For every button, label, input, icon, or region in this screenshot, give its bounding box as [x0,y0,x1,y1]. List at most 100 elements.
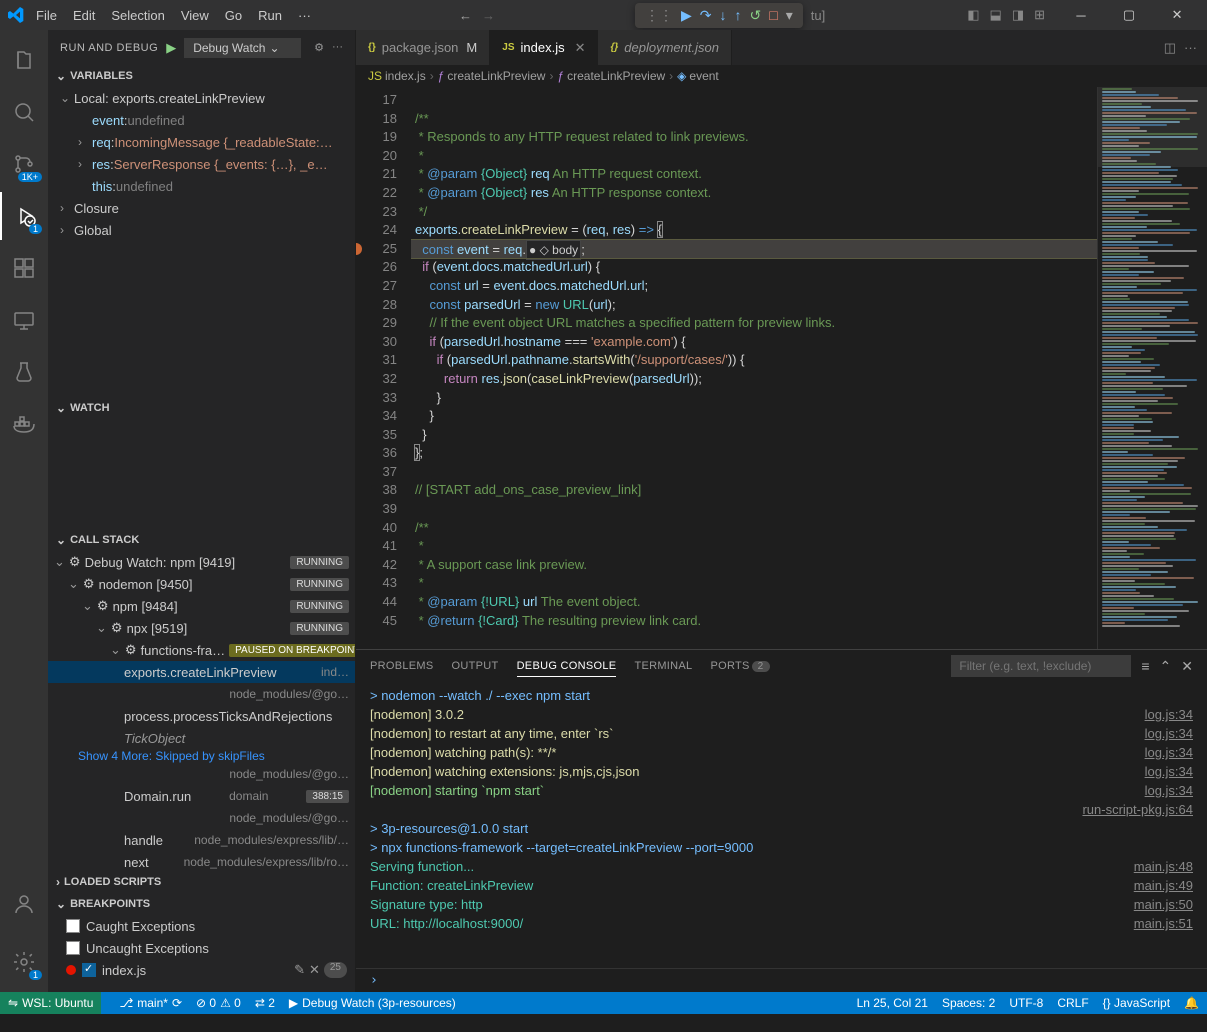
stack-frame[interactable]: node_modules/@go… [48,807,355,829]
source-control-icon[interactable]: 1K+ [0,140,48,188]
variable-row[interactable]: event: undefined [48,109,355,131]
watch-section-header[interactable]: ⌄WATCH [48,397,355,419]
layout-grid-icon[interactable]: ⊞ [1032,5,1047,25]
launch-config-select[interactable]: Debug Watch ⌄ [184,38,300,58]
thread-row[interactable]: ⌄⚙nodemon [9450]RUNNING [48,573,355,595]
source-link[interactable]: run-script-pkg.js:64 [1082,800,1193,819]
source-link[interactable]: main.js:49 [1134,876,1193,895]
menu-run[interactable]: Run [250,4,290,27]
console-filter-input[interactable] [951,655,1131,677]
remote-indicator[interactable]: ⇋WSL: Ubuntu [0,992,101,1014]
breadcrumb-item[interactable]: ƒcreateLinkPreview [438,69,546,83]
encoding[interactable]: UTF-8 [1009,996,1043,1010]
stack-frame[interactable]: TickObject [48,727,355,749]
panel-tab-terminal[interactable]: TERMINAL [634,656,692,677]
breakpoint-row[interactable]: Caught Exceptions [48,915,355,937]
debug-status[interactable]: ▶Debug Watch (3p-resources) [289,996,456,1010]
breadcrumb-item[interactable]: ƒcreateLinkPreview [557,69,665,83]
debug-drag-icon[interactable]: ⋮⋮ [645,7,673,24]
nav-fwd-icon[interactable]: → [482,8,495,23]
variable-row[interactable]: this: undefined [48,175,355,197]
scope-row[interactable]: ⌄Local: exports.createLinkPreview [48,87,355,109]
panel-tab-problems[interactable]: PROBLEMS [370,656,434,677]
editor-tab[interactable]: JSindex.js✕ [490,30,598,65]
minimize-button[interactable]: ─ [1059,0,1103,30]
variable-row[interactable]: ›res: ServerResponse {_events: {…}, _e… [48,153,355,175]
thread-row[interactable]: ⌄⚙npx [9519]RUNNING [48,617,355,639]
thread-row[interactable]: ⌄⚙functions-fra…PAUSED ON BREAKPOINT [48,639,355,661]
stack-frame[interactable]: Domain.rundomain388:15 [48,785,355,807]
language-mode[interactable]: {} JavaScript [1103,996,1170,1010]
indentation[interactable]: Spaces: 2 [942,996,995,1010]
testing-icon[interactable] [0,348,48,396]
remote-explorer-icon[interactable] [0,296,48,344]
stack-frame[interactable]: node_modules/@go… [48,683,355,705]
split-editor-icon[interactable]: ◫ [1164,40,1176,56]
source-link[interactable]: main.js:48 [1134,857,1193,876]
close-window-button[interactable]: ✕ [1155,0,1199,30]
layout-right-icon[interactable]: ◨ [1010,5,1026,25]
extensions-icon[interactable] [0,244,48,292]
breakpoint-checkbox[interactable] [82,963,96,977]
debug-dropdown-icon[interactable]: ▾ [786,7,793,24]
layout-left-icon[interactable]: ◧ [965,5,981,25]
run-debug-icon[interactable]: 1 [0,192,48,240]
cursor-position[interactable]: Ln 25, Col 21 [857,996,928,1010]
breadcrumbs[interactable]: JSindex.js›ƒcreateLinkPreview›ƒcreateLin… [356,65,1207,87]
editor-tab[interactable]: {}deployment.json [598,30,731,65]
source-link[interactable]: log.js:34 [1145,743,1193,762]
step-over-button[interactable]: ↷ [700,7,712,24]
remove-icon[interactable]: ✕ [309,962,320,978]
thread-row[interactable]: ⌄⚙npm [9484]RUNNING [48,595,355,617]
continue-button[interactable]: ▶ [681,7,692,24]
loaded-scripts-header[interactable]: ›LOADED SCRIPTS [48,871,355,893]
source-link[interactable]: main.js:50 [1134,895,1193,914]
ports-indicator[interactable]: ⇄ 2 [255,996,275,1010]
search-icon[interactable] [0,88,48,136]
stack-frame[interactable]: handlenode_modules/express/lib/… [48,829,355,851]
breadcrumb-item[interactable]: JSindex.js [368,69,426,83]
menu-edit[interactable]: Edit [65,4,103,27]
breakpoint-marker-icon[interactable] [356,243,362,255]
edit-icon[interactable]: ✎ [294,962,305,978]
restart-button[interactable]: ↺ [750,7,762,24]
line-gutter[interactable]: 1718192021222324252627282930313233343536… [356,87,411,649]
step-out-button[interactable]: ↑ [735,7,742,24]
scope-row[interactable]: ›Global [48,219,355,241]
breakpoints-header[interactable]: ⌄BREAKPOINTS [48,893,355,915]
panel-tab-debug-console[interactable]: DEBUG CONSOLE [517,656,617,677]
accounts-icon[interactable] [0,880,48,928]
breakpoint-checkbox[interactable] [66,941,80,955]
breakpoint-checkbox[interactable] [66,919,80,933]
stack-frame[interactable]: exports.createLinkPreviewind… [48,661,355,683]
variables-section-header[interactable]: ⌄VARIABLES [48,65,355,87]
layout-bottom-icon[interactable]: ⬓ [988,5,1004,25]
source-link[interactable]: main.js:51 [1134,914,1193,933]
menu-file[interactable]: File [28,4,65,27]
menu-view[interactable]: View [173,4,217,27]
editor-more-icon[interactable]: ··· [1184,40,1197,55]
gear-icon[interactable]: ⚙ [314,41,324,54]
start-debug-button[interactable]: ▶ [166,40,176,56]
variable-row[interactable]: ›req: IncomingMessage {_readableState:… [48,131,355,153]
nav-back-icon[interactable]: ← [459,8,472,23]
editor-tab[interactable]: {}package.jsonM [356,30,490,65]
panel-close-icon[interactable]: ✕ [1181,658,1193,675]
more-icon[interactable]: ··· [332,41,343,54]
stop-button[interactable]: □ [769,7,777,24]
problems-indicator[interactable]: ⊘ 0⚠ 0 [196,996,241,1010]
close-tab-icon[interactable]: ✕ [575,40,586,56]
panel-tab-ports[interactable]: PORTS2 [710,656,769,677]
git-branch[interactable]: ⎇main*⟳ [119,996,182,1010]
settings-icon[interactable]: 1 [0,938,48,986]
eol[interactable]: CRLF [1057,996,1088,1010]
source-link[interactable]: log.js:34 [1145,781,1193,800]
notifications-icon[interactable]: 🔔 [1184,996,1199,1010]
menu-go[interactable]: Go [217,4,250,27]
maximize-button[interactable]: ▢ [1107,0,1151,30]
menu-···[interactable]: ··· [290,4,319,27]
step-into-button[interactable]: ↓ [720,7,727,24]
breakpoint-row[interactable]: index.js✎✕25 [48,959,355,981]
minimap[interactable] [1097,87,1207,649]
scope-row[interactable]: ›Closure [48,197,355,219]
